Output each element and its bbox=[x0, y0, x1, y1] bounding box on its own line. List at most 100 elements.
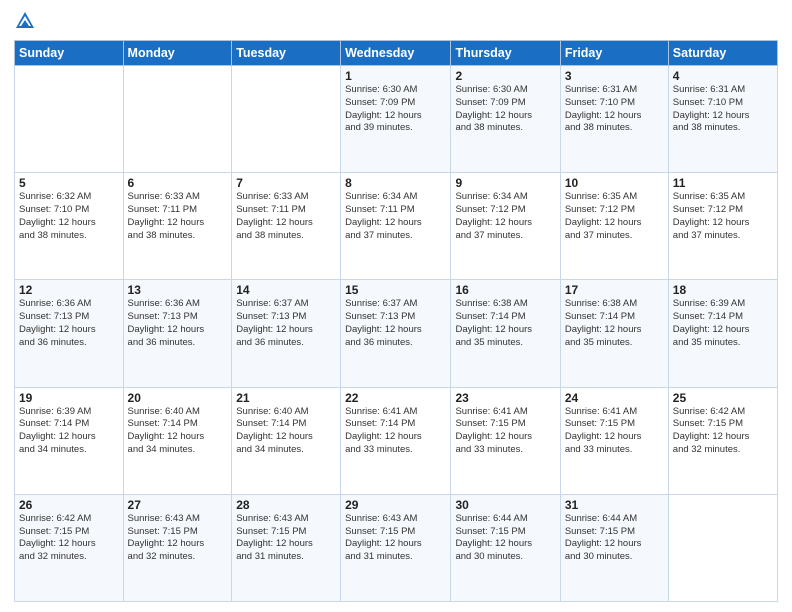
logo-icon bbox=[14, 10, 36, 32]
day-cell: 27Sunrise: 6:43 AM Sunset: 7:15 PM Dayli… bbox=[123, 494, 232, 601]
day-cell: 6Sunrise: 6:33 AM Sunset: 7:11 PM Daylig… bbox=[123, 173, 232, 280]
day-info: Sunrise: 6:43 AM Sunset: 7:15 PM Dayligh… bbox=[128, 513, 228, 564]
day-number: 25 bbox=[673, 391, 773, 405]
day-number: 9 bbox=[455, 176, 555, 190]
day-cell: 25Sunrise: 6:42 AM Sunset: 7:15 PM Dayli… bbox=[668, 387, 777, 494]
day-info: Sunrise: 6:30 AM Sunset: 7:09 PM Dayligh… bbox=[345, 84, 446, 135]
weekday-header-tuesday: Tuesday bbox=[232, 41, 341, 66]
day-cell: 30Sunrise: 6:44 AM Sunset: 7:15 PM Dayli… bbox=[451, 494, 560, 601]
day-number: 4 bbox=[673, 69, 773, 83]
day-cell: 23Sunrise: 6:41 AM Sunset: 7:15 PM Dayli… bbox=[451, 387, 560, 494]
day-cell: 20Sunrise: 6:40 AM Sunset: 7:14 PM Dayli… bbox=[123, 387, 232, 494]
weekday-header-saturday: Saturday bbox=[668, 41, 777, 66]
day-cell bbox=[668, 494, 777, 601]
day-cell: 24Sunrise: 6:41 AM Sunset: 7:15 PM Dayli… bbox=[560, 387, 668, 494]
day-cell: 31Sunrise: 6:44 AM Sunset: 7:15 PM Dayli… bbox=[560, 494, 668, 601]
day-cell bbox=[123, 66, 232, 173]
day-info: Sunrise: 6:34 AM Sunset: 7:11 PM Dayligh… bbox=[345, 191, 446, 242]
day-info: Sunrise: 6:31 AM Sunset: 7:10 PM Dayligh… bbox=[565, 84, 664, 135]
logo bbox=[14, 10, 40, 32]
day-cell: 5Sunrise: 6:32 AM Sunset: 7:10 PM Daylig… bbox=[15, 173, 124, 280]
weekday-header-friday: Friday bbox=[560, 41, 668, 66]
day-cell: 21Sunrise: 6:40 AM Sunset: 7:14 PM Dayli… bbox=[232, 387, 341, 494]
day-number: 2 bbox=[455, 69, 555, 83]
day-cell: 26Sunrise: 6:42 AM Sunset: 7:15 PM Dayli… bbox=[15, 494, 124, 601]
day-cell: 19Sunrise: 6:39 AM Sunset: 7:14 PM Dayli… bbox=[15, 387, 124, 494]
day-info: Sunrise: 6:30 AM Sunset: 7:09 PM Dayligh… bbox=[455, 84, 555, 135]
day-number: 17 bbox=[565, 283, 664, 297]
day-cell: 3Sunrise: 6:31 AM Sunset: 7:10 PM Daylig… bbox=[560, 66, 668, 173]
day-cell: 29Sunrise: 6:43 AM Sunset: 7:15 PM Dayli… bbox=[341, 494, 451, 601]
day-info: Sunrise: 6:40 AM Sunset: 7:14 PM Dayligh… bbox=[128, 406, 228, 457]
day-cell: 2Sunrise: 6:30 AM Sunset: 7:09 PM Daylig… bbox=[451, 66, 560, 173]
day-number: 14 bbox=[236, 283, 336, 297]
day-cell: 18Sunrise: 6:39 AM Sunset: 7:14 PM Dayli… bbox=[668, 280, 777, 387]
day-info: Sunrise: 6:40 AM Sunset: 7:14 PM Dayligh… bbox=[236, 406, 336, 457]
day-info: Sunrise: 6:42 AM Sunset: 7:15 PM Dayligh… bbox=[19, 513, 119, 564]
day-info: Sunrise: 6:33 AM Sunset: 7:11 PM Dayligh… bbox=[128, 191, 228, 242]
day-cell: 22Sunrise: 6:41 AM Sunset: 7:14 PM Dayli… bbox=[341, 387, 451, 494]
day-number: 6 bbox=[128, 176, 228, 190]
day-number: 10 bbox=[565, 176, 664, 190]
day-info: Sunrise: 6:38 AM Sunset: 7:14 PM Dayligh… bbox=[455, 298, 555, 349]
day-number: 18 bbox=[673, 283, 773, 297]
weekday-header-monday: Monday bbox=[123, 41, 232, 66]
day-info: Sunrise: 6:43 AM Sunset: 7:15 PM Dayligh… bbox=[236, 513, 336, 564]
day-number: 20 bbox=[128, 391, 228, 405]
day-cell: 11Sunrise: 6:35 AM Sunset: 7:12 PM Dayli… bbox=[668, 173, 777, 280]
week-row-4: 19Sunrise: 6:39 AM Sunset: 7:14 PM Dayli… bbox=[15, 387, 778, 494]
day-number: 11 bbox=[673, 176, 773, 190]
day-number: 21 bbox=[236, 391, 336, 405]
day-number: 23 bbox=[455, 391, 555, 405]
weekday-header-thursday: Thursday bbox=[451, 41, 560, 66]
day-cell: 4Sunrise: 6:31 AM Sunset: 7:10 PM Daylig… bbox=[668, 66, 777, 173]
day-cell: 7Sunrise: 6:33 AM Sunset: 7:11 PM Daylig… bbox=[232, 173, 341, 280]
day-number: 28 bbox=[236, 498, 336, 512]
week-row-5: 26Sunrise: 6:42 AM Sunset: 7:15 PM Dayli… bbox=[15, 494, 778, 601]
day-info: Sunrise: 6:41 AM Sunset: 7:14 PM Dayligh… bbox=[345, 406, 446, 457]
day-number: 15 bbox=[345, 283, 446, 297]
day-number: 30 bbox=[455, 498, 555, 512]
day-number: 12 bbox=[19, 283, 119, 297]
day-info: Sunrise: 6:41 AM Sunset: 7:15 PM Dayligh… bbox=[565, 406, 664, 457]
calendar-table: SundayMondayTuesdayWednesdayThursdayFrid… bbox=[14, 40, 778, 602]
day-cell bbox=[232, 66, 341, 173]
day-cell: 15Sunrise: 6:37 AM Sunset: 7:13 PM Dayli… bbox=[341, 280, 451, 387]
day-cell: 1Sunrise: 6:30 AM Sunset: 7:09 PM Daylig… bbox=[341, 66, 451, 173]
day-info: Sunrise: 6:35 AM Sunset: 7:12 PM Dayligh… bbox=[565, 191, 664, 242]
day-info: Sunrise: 6:39 AM Sunset: 7:14 PM Dayligh… bbox=[19, 406, 119, 457]
day-cell: 10Sunrise: 6:35 AM Sunset: 7:12 PM Dayli… bbox=[560, 173, 668, 280]
day-number: 19 bbox=[19, 391, 119, 405]
day-number: 1 bbox=[345, 69, 446, 83]
weekday-header-wednesday: Wednesday bbox=[341, 41, 451, 66]
day-info: Sunrise: 6:43 AM Sunset: 7:15 PM Dayligh… bbox=[345, 513, 446, 564]
page: SundayMondayTuesdayWednesdayThursdayFrid… bbox=[0, 0, 792, 612]
day-cell: 28Sunrise: 6:43 AM Sunset: 7:15 PM Dayli… bbox=[232, 494, 341, 601]
day-number: 5 bbox=[19, 176, 119, 190]
day-cell: 9Sunrise: 6:34 AM Sunset: 7:12 PM Daylig… bbox=[451, 173, 560, 280]
day-number: 13 bbox=[128, 283, 228, 297]
day-info: Sunrise: 6:41 AM Sunset: 7:15 PM Dayligh… bbox=[455, 406, 555, 457]
week-row-1: 1Sunrise: 6:30 AM Sunset: 7:09 PM Daylig… bbox=[15, 66, 778, 173]
week-row-3: 12Sunrise: 6:36 AM Sunset: 7:13 PM Dayli… bbox=[15, 280, 778, 387]
day-number: 8 bbox=[345, 176, 446, 190]
day-info: Sunrise: 6:31 AM Sunset: 7:10 PM Dayligh… bbox=[673, 84, 773, 135]
day-number: 26 bbox=[19, 498, 119, 512]
day-cell: 14Sunrise: 6:37 AM Sunset: 7:13 PM Dayli… bbox=[232, 280, 341, 387]
weekday-header-row: SundayMondayTuesdayWednesdayThursdayFrid… bbox=[15, 41, 778, 66]
week-row-2: 5Sunrise: 6:32 AM Sunset: 7:10 PM Daylig… bbox=[15, 173, 778, 280]
header bbox=[14, 10, 778, 32]
day-cell: 13Sunrise: 6:36 AM Sunset: 7:13 PM Dayli… bbox=[123, 280, 232, 387]
day-info: Sunrise: 6:37 AM Sunset: 7:13 PM Dayligh… bbox=[236, 298, 336, 349]
day-cell: 12Sunrise: 6:36 AM Sunset: 7:13 PM Dayli… bbox=[15, 280, 124, 387]
day-number: 7 bbox=[236, 176, 336, 190]
day-number: 22 bbox=[345, 391, 446, 405]
day-info: Sunrise: 6:33 AM Sunset: 7:11 PM Dayligh… bbox=[236, 191, 336, 242]
day-info: Sunrise: 6:35 AM Sunset: 7:12 PM Dayligh… bbox=[673, 191, 773, 242]
day-cell bbox=[15, 66, 124, 173]
day-number: 24 bbox=[565, 391, 664, 405]
day-info: Sunrise: 6:39 AM Sunset: 7:14 PM Dayligh… bbox=[673, 298, 773, 349]
day-info: Sunrise: 6:32 AM Sunset: 7:10 PM Dayligh… bbox=[19, 191, 119, 242]
day-cell: 17Sunrise: 6:38 AM Sunset: 7:14 PM Dayli… bbox=[560, 280, 668, 387]
day-number: 31 bbox=[565, 498, 664, 512]
